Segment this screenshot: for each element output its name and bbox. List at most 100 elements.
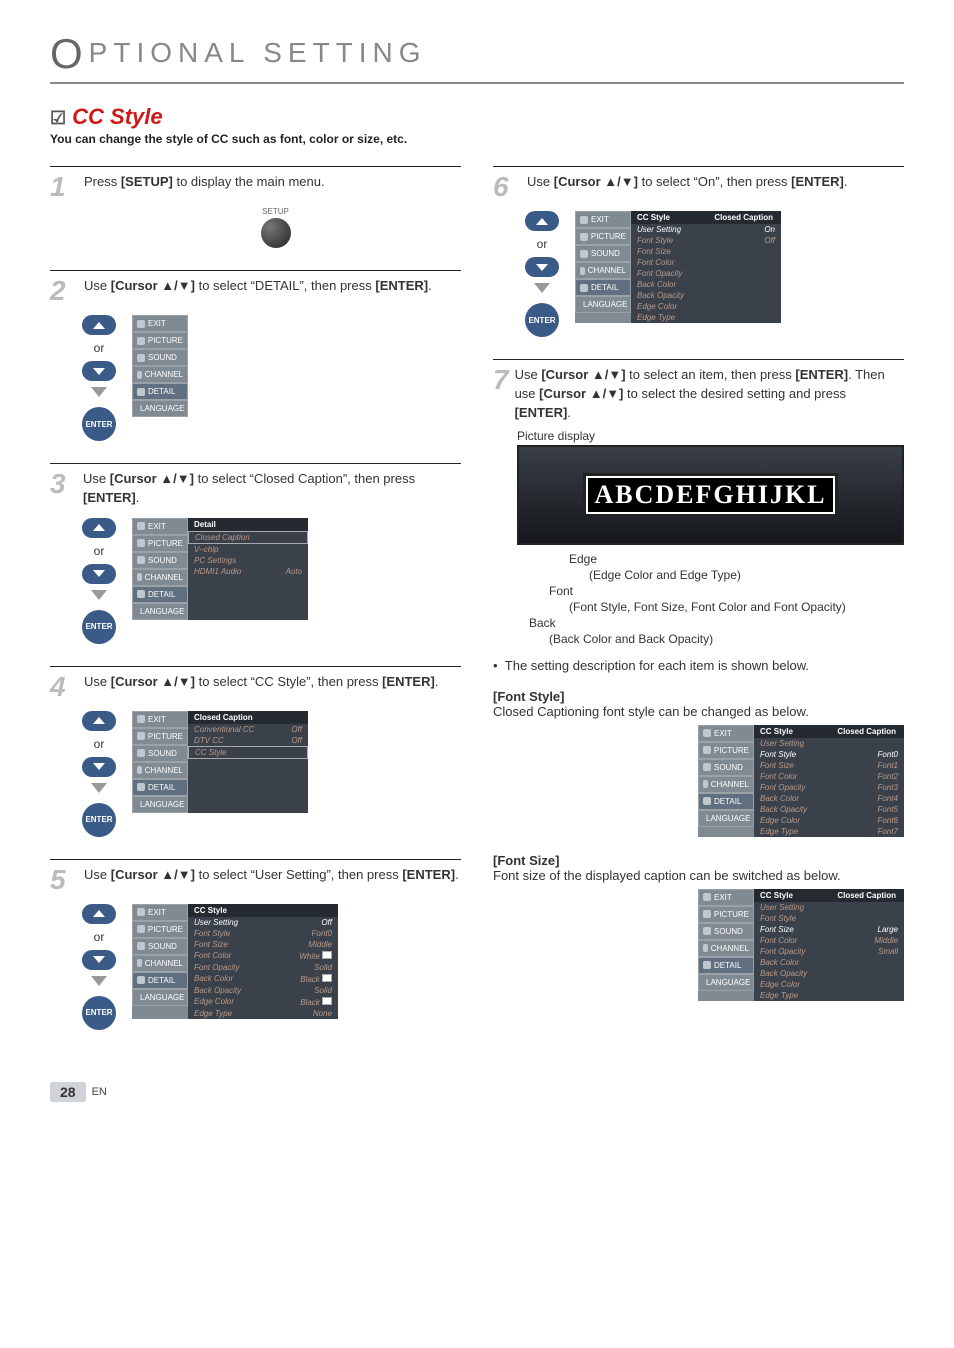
osd-row: User SettingOff xyxy=(188,917,338,928)
enter-button-icon: ENTER xyxy=(82,803,116,837)
osd-side-tab: DETAIL xyxy=(132,383,188,400)
osd-row: Back ColorFont4 xyxy=(754,793,904,804)
callout-font: Font xyxy=(549,583,904,599)
settings-note: • The setting description for each item … xyxy=(493,658,904,673)
osd-side-tab: LANGUAGE xyxy=(698,974,754,991)
osd-side-tab: LANGUAGE xyxy=(132,796,188,813)
osd-row: Back Color xyxy=(754,957,904,968)
or-label: or xyxy=(537,237,548,251)
osd-row: Edge ColorFont6 xyxy=(754,815,904,826)
flow-arrow-icon xyxy=(91,783,107,793)
osd-side-tab: CHANNEL xyxy=(132,569,188,586)
osd-side-tab: PICTURE xyxy=(575,228,631,245)
flow-arrow-icon xyxy=(91,387,107,397)
feature-title: ☑ CC Style xyxy=(50,104,904,130)
osd-side-tab: CHANNEL xyxy=(698,776,754,793)
step-text: Use [Cursor ▲/▼] to select “CC Style”, t… xyxy=(84,673,438,692)
osd-row: User Setting xyxy=(754,738,904,749)
callout-edge: Edge xyxy=(569,551,904,567)
osd-side-tab: DETAIL xyxy=(698,793,754,810)
osd-side-tab: EXIT xyxy=(698,889,754,906)
osd-row: Font ColorMiddle xyxy=(754,935,904,946)
osd-breadcrumb: Closed Caption xyxy=(712,213,775,222)
osd-row: Edge TypeFont7 xyxy=(754,826,904,837)
osd-row: User Setting xyxy=(754,902,904,913)
osd-row: Font Color xyxy=(631,257,781,268)
osd-title: CC Style xyxy=(637,213,670,222)
or-label: or xyxy=(94,544,105,558)
step-text: Use [Cursor ▲/▼] to select an item, then… xyxy=(515,366,904,423)
osd-closed-caption-menu: EXITPICTURESOUNDCHANNELDETAILLANGUAGE Cl… xyxy=(132,711,308,813)
flow-arrow-icon xyxy=(91,590,107,600)
setup-label: SETUP xyxy=(262,207,289,216)
osd-row: HDMI1 AudioAuto xyxy=(188,566,308,577)
diagram-callouts: Edge (Edge Color and Edge Type) Font (Fo… xyxy=(529,551,904,648)
feature-title-text: CC Style xyxy=(72,104,162,129)
osd-side-tab: EXIT xyxy=(132,904,188,921)
osd-side-tab: PICTURE xyxy=(132,535,188,552)
feature-subtitle: You can change the style of CC such as f… xyxy=(50,132,904,146)
osd-row: Back Color xyxy=(631,279,781,290)
osd-side-tab: PICTURE xyxy=(132,332,188,349)
osd-row: Back OpacitySolid xyxy=(188,985,338,996)
osd-cc-style-on-menu: EXITPICTURESOUNDCHANNELDETAILLANGUAGE CC… xyxy=(575,211,781,323)
osd-side-tab: LANGUAGE xyxy=(698,810,754,827)
step-text: Use [Cursor ▲/▼] to select “DETAIL”, the… xyxy=(84,277,432,296)
callout-edge-desc: (Edge Color and Edge Type) xyxy=(589,567,904,583)
osd-side-tab: CHANNEL xyxy=(132,955,188,972)
osd-row: Font StyleFont0 xyxy=(754,749,904,760)
osd-row: Back Opacity xyxy=(754,968,904,979)
callout-back: Back xyxy=(529,615,904,631)
step-number: 6 xyxy=(493,173,521,201)
or-label: or xyxy=(94,341,105,355)
osd-row: Edge Type xyxy=(631,312,781,323)
osd-font-style-menu: EXITPICTURESOUNDCHANNELDETAILLANGUAGE CC… xyxy=(698,725,904,837)
osd-row: Closed Caption xyxy=(188,531,308,544)
font-style-heading: [Font Style] xyxy=(493,689,904,704)
picture-display-diagram: Picture display ABCDEFGHIJKL Edge (Edge … xyxy=(517,429,904,648)
osd-side-tab: LANGUAGE xyxy=(132,989,188,1006)
osd-breadcrumb: Closed Caption xyxy=(835,891,898,900)
cursor-up-icon xyxy=(82,711,116,731)
caption-box: ABCDEFGHIJKL xyxy=(586,476,834,514)
cursor-up-icon xyxy=(82,315,116,335)
checkbox-icon: ☑ xyxy=(50,108,66,128)
step-6: 6 Use [Cursor ▲/▼] to select “On”, then … xyxy=(493,166,904,337)
osd-row: Font StyleFont0 xyxy=(188,928,338,939)
osd-title: Detail xyxy=(194,520,216,529)
step-number: 5 xyxy=(50,866,78,894)
step-text: Use [Cursor ▲/▼] to select “User Setting… xyxy=(84,866,459,885)
flow-arrow-icon xyxy=(91,976,107,986)
osd-row: Font OpacitySmall xyxy=(754,946,904,957)
osd-side-tab: SOUND xyxy=(698,923,754,940)
osd-breadcrumb: Closed Caption xyxy=(835,727,898,736)
osd-side-tab: PICTURE xyxy=(132,728,188,745)
step-number: 4 xyxy=(50,673,78,701)
osd-row: Font ColorWhite xyxy=(188,950,338,962)
enter-button-icon: ENTER xyxy=(82,996,116,1030)
osd-row: Edge Color xyxy=(631,301,781,312)
step-text: Use [Cursor ▲/▼] to select “On”, then pr… xyxy=(527,173,848,192)
osd-side-tab: SOUND xyxy=(575,245,631,262)
osd-side-tab: DETAIL xyxy=(132,586,188,603)
cursor-buttons-graphic: or ENTER xyxy=(82,711,116,837)
callout-font-desc: (Font Style, Font Size, Font Color and F… xyxy=(569,599,904,615)
osd-row: Conventional CCOff xyxy=(188,724,308,735)
flow-arrow-icon xyxy=(534,283,550,293)
osd-row: Back Opacity xyxy=(631,290,781,301)
osd-side-tab: PICTURE xyxy=(698,906,754,923)
step-3: 3 Use [Cursor ▲/▼] to select “Closed Cap… xyxy=(50,463,461,644)
osd-row: Font SizeFont1 xyxy=(754,760,904,771)
step-number: 1 xyxy=(50,173,78,201)
osd-row: Edge TypeNone xyxy=(188,1008,338,1019)
osd-row: CC Style xyxy=(188,746,308,759)
caption-sample-text: ABCDEFGHIJKL xyxy=(594,480,826,509)
cursor-buttons-graphic: or ENTER xyxy=(82,518,116,644)
osd-row: Font ColorFont2 xyxy=(754,771,904,782)
osd-font-size-menu: EXITPICTURESOUNDCHANNELDETAILLANGUAGE CC… xyxy=(698,889,904,1001)
step-text: Press [SETUP] to display the main menu. xyxy=(84,173,325,192)
cursor-up-icon xyxy=(82,904,116,924)
cursor-down-icon xyxy=(525,257,559,277)
step-number: 3 xyxy=(50,470,77,498)
step-text: Use [Cursor ▲/▼] to select “Closed Capti… xyxy=(83,470,461,508)
